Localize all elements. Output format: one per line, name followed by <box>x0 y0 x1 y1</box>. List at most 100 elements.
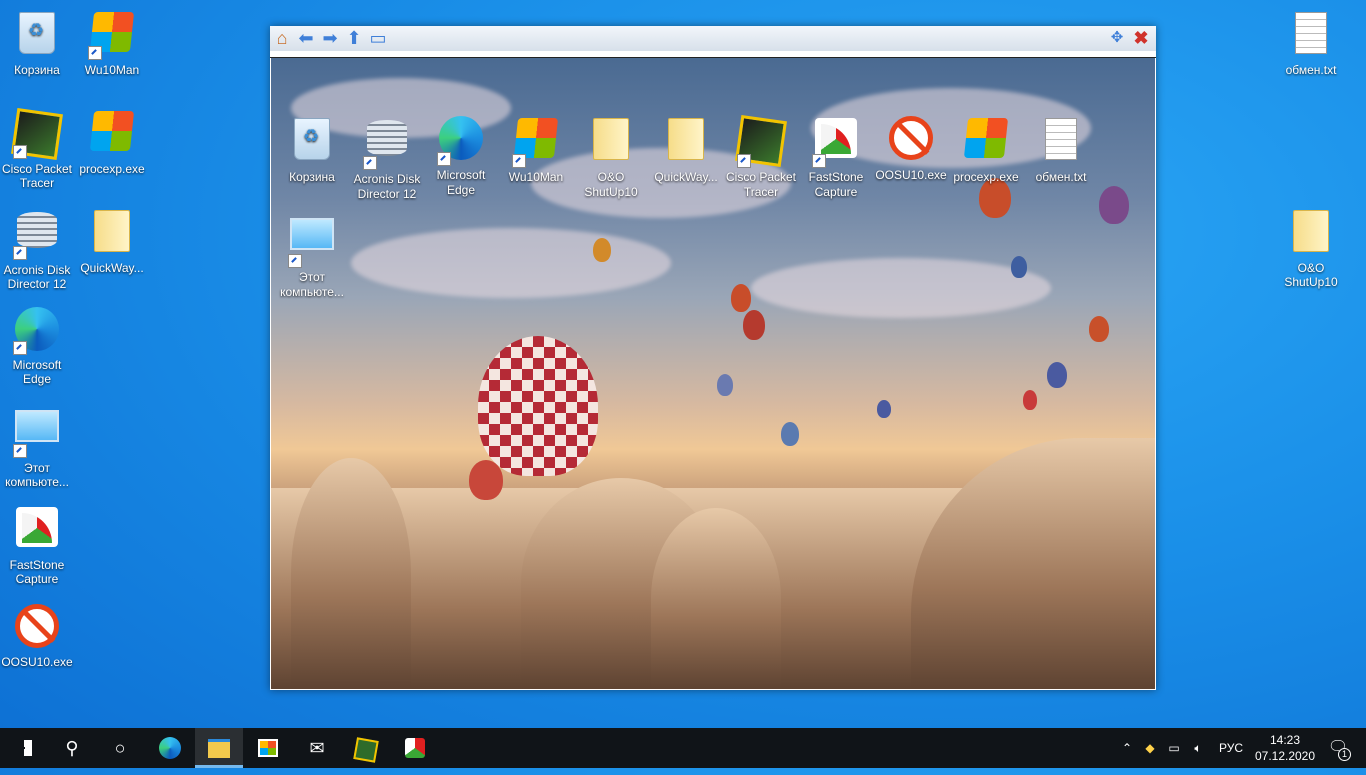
home-icon: ⌂ <box>276 28 288 48</box>
preview-icon-label: QuickWay... <box>654 170 718 184</box>
back-arrow-icon: ⬅ <box>298 28 314 48</box>
volume-button[interactable]: 🔈︎ <box>1188 728 1208 768</box>
language-indicator[interactable]: РУС <box>1214 728 1248 768</box>
edge-icon <box>159 737 181 759</box>
desktop-icon-label: Acronis Disk Director 12 <box>3 263 71 291</box>
up-arrow-icon: ⬆ <box>346 28 362 48</box>
back-button[interactable]: ⬅ <box>295 28 317 48</box>
start-button[interactable] <box>0 728 48 768</box>
desktop-icon-acronis[interactable]: Acronis Disk Director 12 <box>0 206 74 291</box>
desktop-icon-cisco-packet-tracer[interactable]: Cisco Packet Tracer <box>0 107 74 190</box>
preview-icon-label: O&O ShutUp10 <box>584 170 638 199</box>
folder-icon <box>1287 210 1335 258</box>
image-viewer-window: ⌂ ⬅ ➡ ⬆ ▭ ✥ ✖ ♻ Корзина Acronis Disk Dir… <box>270 26 1156 690</box>
store-icon <box>258 739 278 757</box>
procexp-icon <box>88 111 136 159</box>
wu10man-icon <box>88 12 136 60</box>
preview-icon-label: Microsoft Edge <box>436 168 486 197</box>
taskbar: ⚲ ○ ✉ ⌃ ◆ ▭ 🔈︎ РУС 14:23 07.12.2020 🗨︎ 1 <box>0 728 1366 768</box>
oosu10-icon <box>887 116 935 166</box>
forward-button[interactable]: ➡ <box>319 28 341 48</box>
desktop-icon-wu10man[interactable]: Wu10Man <box>75 8 149 77</box>
preview-icon-acronis: Acronis Disk Director 12 <box>349 114 425 202</box>
notification-count: 1 <box>1338 748 1351 761</box>
preview-icon-oo-shutup10: O&O ShutUp10 <box>573 114 649 200</box>
taskbar-file-explorer[interactable] <box>195 728 243 768</box>
preview-icon-recycle-bin: Корзина <box>274 114 350 185</box>
resize-button[interactable]: ✥ <box>1106 28 1128 48</box>
desktop-icon-edge[interactable]: Microsoft Edge <box>0 305 74 386</box>
show-hidden-icons-button[interactable]: ⌃ <box>1118 728 1136 768</box>
cisco-packet-tracer-icon <box>11 108 63 160</box>
preview-icon-label: Этот компьюте... <box>280 270 344 299</box>
search-button[interactable]: ⚲ <box>48 728 96 768</box>
desktop-icon-label: QuickWay... <box>80 261 144 275</box>
desktop-icon-label: обмен.txt <box>1285 63 1337 77</box>
desktop-icon-quickway[interactable]: QuickWay... <box>75 206 149 275</box>
desktop-icon-oo-shutup10[interactable]: O&O ShutUp10 <box>1274 206 1348 289</box>
preview-icon-label: Wu10Man <box>508 170 564 184</box>
wallpaper-preview-image: Корзина Acronis Disk Director 12 Microso… <box>271 58 1155 689</box>
acronis-icon <box>363 120 411 170</box>
preview-icon-faststone: FastStone Capture <box>798 114 874 200</box>
faststone-icon <box>405 738 425 758</box>
folder-icon <box>587 118 635 168</box>
oosu10-icon <box>13 604 61 652</box>
preview-icon-label: procexp.exe <box>953 170 1019 184</box>
taskbar-edge[interactable] <box>146 728 194 768</box>
desktop-icon-oosu10[interactable]: OOSU10.exe <box>0 602 74 669</box>
desktop-icon-label: O&O ShutUp10 <box>1284 261 1338 289</box>
this-pc-icon <box>288 218 336 268</box>
taskbar-store[interactable] <box>244 728 292 768</box>
network-button[interactable]: ▭ <box>1164 728 1184 768</box>
chevron-up-icon: ⌃ <box>1121 741 1133 755</box>
clock[interactable]: 14:23 07.12.2020 <box>1250 732 1320 764</box>
desktop-icon-procexp[interactable]: procexp.exe <box>75 107 149 176</box>
taskbar-faststone[interactable] <box>391 728 439 768</box>
wu10man-icon <box>512 118 560 168</box>
action-center-button[interactable]: 🗨︎ 1 <box>1318 728 1358 768</box>
language-label: РУС <box>1218 741 1244 755</box>
home-button[interactable]: ⌂ <box>271 28 293 48</box>
desktop-icon-label: Cisco Packet Tracer <box>1 162 73 190</box>
preview-icon-label: обмен.txt <box>1035 170 1087 184</box>
task-view-button[interactable]: ○ <box>96 728 144 768</box>
clock-time: 14:23 <box>1269 733 1301 747</box>
preview-icon-label: Cisco Packet Tracer <box>725 170 797 199</box>
preview-icon-label: Acronis Disk Director 12 <box>353 172 421 201</box>
faststone-icon <box>812 118 860 168</box>
open-folder-button[interactable]: ▭ <box>367 28 389 48</box>
taskbar-mail[interactable]: ✉ <box>293 728 341 768</box>
text-file-icon <box>1287 12 1335 60</box>
preview-icon-label: OOSU10.exe <box>875 168 947 182</box>
desktop-icon-label: Microsoft Edge <box>12 358 62 386</box>
text-file-icon <box>1037 118 1085 168</box>
file-explorer-icon <box>208 739 230 758</box>
preview-icon-label: Корзина <box>289 170 335 184</box>
tray-app-icon: ◆ <box>1145 741 1155 755</box>
taskbar-cisco[interactable] <box>342 728 390 768</box>
preview-icon-edge: Microsoft Edge <box>423 114 499 198</box>
desktop-icon-faststone[interactable]: FastStone Capture <box>0 503 74 586</box>
search-icon: ⚲ <box>65 738 79 758</box>
preview-icon-this-pc: Этот компьюте... <box>274 212 350 300</box>
preview-icon-cisco: Cisco Packet Tracer <box>723 114 799 200</box>
network-icon: ▭ <box>1168 741 1180 755</box>
desktop-icon-label: Корзина <box>14 63 60 77</box>
preview-icon-obmen-txt: обмен.txt <box>1023 114 1099 185</box>
desktop-icon-obmen-txt[interactable]: обмен.txt <box>1274 8 1348 77</box>
close-button[interactable]: ✖ <box>1130 28 1152 48</box>
preview-icon-label: FastStone Capture <box>808 170 864 199</box>
desktop-icon-label: OOSU10.exe <box>1 655 73 669</box>
cisco-packet-tracer-icon <box>735 115 787 168</box>
desktop-icon-recycle-bin[interactable]: Корзина <box>0 8 74 77</box>
edge-icon <box>437 116 485 166</box>
start-icon <box>16 740 32 756</box>
desktop-icon-this-pc[interactable]: Этот компьюте... <box>0 404 74 489</box>
up-button[interactable]: ⬆ <box>343 28 365 48</box>
cisco-packet-tracer-icon <box>353 737 379 763</box>
acronis-icon <box>13 212 61 260</box>
recycle-bin-icon <box>288 118 336 168</box>
tray-app-button[interactable]: ◆ <box>1141 728 1159 768</box>
resize-icon: ✥ <box>1110 29 1124 46</box>
